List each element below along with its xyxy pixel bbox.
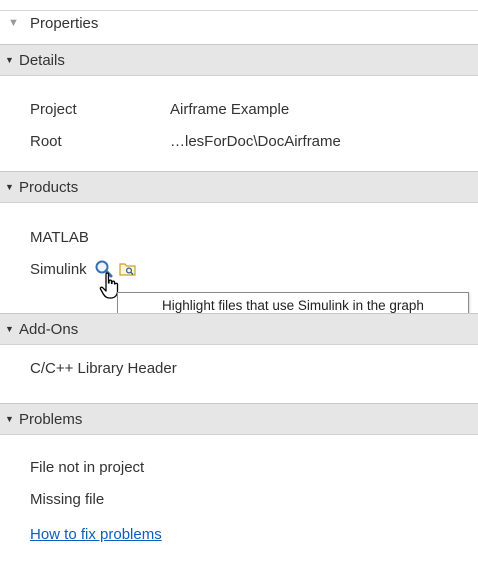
problem-item: File not in project	[30, 455, 144, 479]
collapse-triangle-icon[interactable]: ▼	[8, 17, 20, 29]
details-key: Project	[30, 100, 77, 118]
details-key: Root	[30, 132, 62, 150]
details-row-project: Project Airframe Example	[30, 97, 289, 121]
properties-header[interactable]: ▼ Properties	[0, 10, 478, 35]
details-value: Airframe Example	[170, 100, 290, 118]
problem-text: Missing file	[30, 490, 105, 508]
addons-section-title: Add-Ons	[19, 320, 79, 338]
expand-triangle-icon[interactable]: ▼	[5, 182, 17, 192]
tooltip-text: Highlight files that use Simulink in the…	[162, 297, 424, 313]
product-item-matlab: MATLAB	[30, 225, 89, 249]
expand-triangle-icon[interactable]: ▼	[5, 324, 17, 334]
details-value: …lesForDoc\DocAirframe	[170, 132, 341, 150]
addon-name: C/C++ Library Header	[30, 359, 177, 377]
help-link-text[interactable]: How to fix problems	[30, 526, 162, 543]
problems-section-title: Problems	[19, 410, 83, 428]
product-name: MATLAB	[30, 228, 89, 246]
product-name: Simulink	[30, 260, 87, 278]
addon-item: C/C++ Library Header	[30, 356, 177, 380]
problem-text: File not in project	[30, 458, 145, 476]
properties-panel: ▼ Properties ▼ Details Project Airframe …	[0, 0, 478, 570]
expand-triangle-icon[interactable]: ▼	[5, 55, 17, 65]
details-section-title: Details	[19, 51, 65, 69]
expand-triangle-icon[interactable]: ▼	[5, 414, 17, 424]
products-section-title: Products	[19, 178, 79, 196]
details-row-root: Root …lesForDoc\DocAirframe	[30, 129, 341, 153]
products-section-header[interactable]: ▼ Products	[0, 171, 478, 203]
product-item-simulink: Simulink	[30, 257, 139, 281]
how-to-fix-problems-link[interactable]: How to fix problems	[30, 522, 162, 546]
properties-title: Properties	[30, 14, 99, 32]
problems-section-header[interactable]: ▼ Problems	[0, 403, 478, 435]
addons-section-header[interactable]: ▼ Add-Ons	[0, 313, 478, 345]
problem-item: Missing file	[30, 487, 104, 511]
details-section-header[interactable]: ▼ Details	[0, 44, 478, 76]
